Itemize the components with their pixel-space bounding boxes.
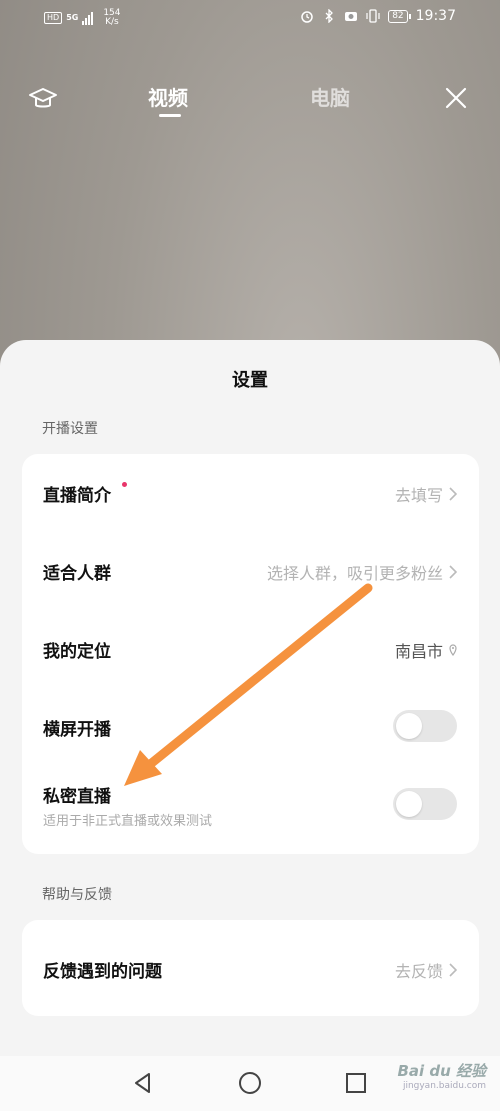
bluetooth-icon — [325, 9, 334, 23]
network-type: 5G — [66, 13, 79, 22]
graduation-cap-icon[interactable] — [28, 84, 58, 114]
back-triangle-icon[interactable] — [130, 1070, 156, 1096]
row-subtitle: 适用于非正式直播或效果测试 — [43, 814, 213, 829]
chevron-right-icon — [449, 487, 457, 501]
tab-video[interactable]: 视频 — [148, 82, 188, 111]
settings-sheet: 设置 开播设置 直播简介 去填写 适合人群 选择人群，吸引更多粉丝 我的定位 南… — [0, 340, 500, 1111]
top-nav: 视频 电脑 — [0, 78, 500, 122]
row-location[interactable]: 我的定位 南昌市 — [22, 610, 479, 688]
vibrate-icon — [366, 9, 380, 23]
chevron-right-icon — [449, 963, 457, 977]
tab-computer[interactable]: 电脑 — [310, 82, 350, 111]
row-label: 我的定位 — [43, 642, 111, 662]
alarm-icon — [301, 11, 313, 23]
row-live-intro[interactable]: 直播简介 去填写 — [22, 454, 479, 532]
active-tab-indicator — [159, 114, 181, 117]
row-value: 南昌市 — [395, 638, 457, 662]
row-label: 私密直播 — [43, 787, 111, 807]
section-label-help: 帮助与反馈 — [42, 887, 112, 903]
recents-square-icon[interactable] — [343, 1070, 369, 1096]
help-card: 反馈遇到的问题 去反馈 — [22, 920, 479, 1016]
close-icon[interactable] — [444, 86, 468, 110]
row-label: 适合人群 — [43, 564, 111, 584]
chevron-right-icon — [449, 565, 457, 579]
row-value: 去反馈 — [395, 958, 457, 982]
row-value: 去填写 — [395, 482, 457, 506]
sheet-title: 设置 — [232, 370, 268, 391]
private-live-toggle[interactable] — [393, 788, 457, 820]
hd-indicator: HD — [44, 12, 63, 24]
section-label-broadcast: 开播设置 — [42, 421, 98, 437]
clock: 19:37 — [415, 8, 456, 24]
watermark: Bai du 经验 jingyan.baidu.com — [397, 1062, 486, 1091]
row-value: 选择人群，吸引更多粉丝 — [267, 560, 457, 584]
location-pin-icon — [449, 644, 457, 656]
row-label: 横屏开播 — [43, 720, 111, 740]
row-label: 反馈遇到的问题 — [43, 962, 162, 982]
status-bar: HD 5G 154 K/s 82 19:37 — [0, 0, 500, 36]
home-circle-icon[interactable] — [237, 1070, 263, 1096]
signal-icon — [82, 11, 94, 25]
row-label: 直播简介 — [43, 486, 111, 506]
toggle-knob — [396, 713, 422, 739]
new-badge-dot — [122, 482, 127, 487]
row-landscape: 横屏开播 — [22, 688, 479, 766]
landscape-toggle[interactable] — [393, 710, 457, 742]
row-private-live: 私密直播 适用于非正式直播或效果测试 — [22, 766, 479, 854]
broadcast-settings-card: 直播简介 去填写 适合人群 选择人群，吸引更多粉丝 我的定位 南昌市 横屏开播 … — [22, 454, 479, 854]
row-audience[interactable]: 适合人群 选择人群，吸引更多粉丝 — [22, 532, 479, 610]
camera-status-icon — [345, 12, 358, 21]
toggle-knob — [396, 791, 422, 817]
row-feedback[interactable]: 反馈遇到的问题 去反馈 — [22, 920, 479, 1016]
battery-indicator: 82 — [388, 9, 412, 23]
net-speed: 154 K/s — [103, 8, 121, 27]
